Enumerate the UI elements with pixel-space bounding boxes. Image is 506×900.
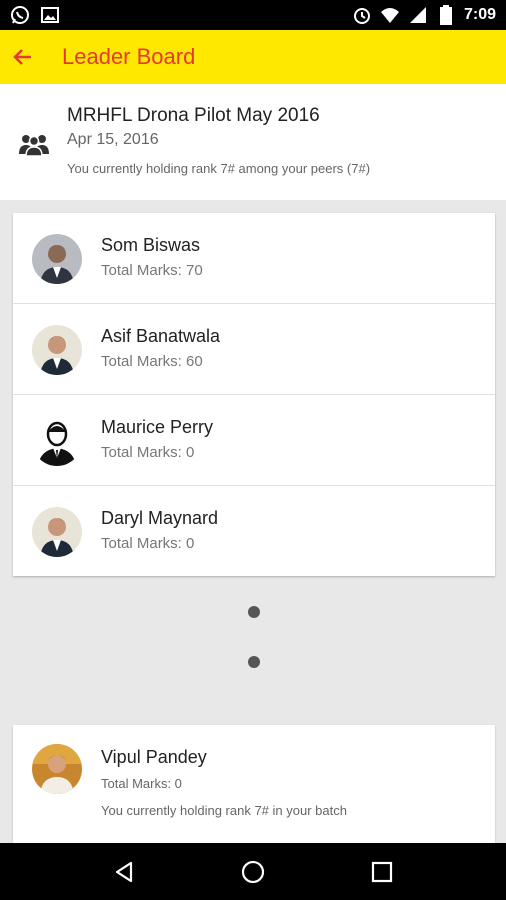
home-circle-icon bbox=[241, 860, 265, 883]
current-user-marks: Total Marks: 0 bbox=[101, 776, 182, 791]
arrow-left-icon bbox=[13, 49, 31, 65]
battery-icon bbox=[436, 5, 456, 25]
whatsapp-icon bbox=[10, 5, 30, 25]
current-user-card[interactable]: Vipul Pandey Total Marks: 0 You currentl… bbox=[13, 725, 495, 843]
leader-marks: Total Marks: 60 bbox=[101, 353, 203, 370]
avatar bbox=[32, 744, 82, 794]
nav-bar bbox=[0, 843, 506, 900]
list-item[interactable]: Asif Banatwala Total Marks: 60 bbox=[13, 304, 495, 395]
signal-icon bbox=[408, 5, 428, 25]
avatar bbox=[32, 234, 82, 284]
nav-home-button[interactable] bbox=[233, 852, 273, 892]
current-user-name: Vipul Pandey bbox=[101, 747, 207, 767]
group-icon bbox=[17, 132, 51, 161]
recents-square-icon bbox=[371, 861, 392, 882]
page-title: Leader Board bbox=[62, 44, 196, 69]
list-item[interactable]: Daryl Maynard Total Marks: 0 bbox=[13, 486, 495, 577]
image-icon bbox=[40, 5, 60, 25]
placeholder-person-icon bbox=[32, 416, 82, 466]
leader-marks: Total Marks: 70 bbox=[101, 262, 203, 279]
nav-recents-button[interactable] bbox=[362, 852, 402, 892]
leaderboard-list: Som Biswas Total Marks: 70 Asif Banatwal… bbox=[13, 213, 495, 576]
leader-name: Asif Banatwala bbox=[101, 326, 221, 346]
quiz-title: MRHFL Drona Pilot May 2016 bbox=[67, 105, 320, 126]
avatar bbox=[32, 325, 82, 375]
nav-back-button[interactable] bbox=[104, 852, 144, 892]
list-item[interactable]: Som Biswas Total Marks: 70 bbox=[13, 213, 495, 304]
ellipsis-dot bbox=[248, 606, 260, 618]
back-triangle-icon bbox=[116, 861, 133, 882]
leader-marks: Total Marks: 0 bbox=[101, 535, 195, 552]
back-button[interactable] bbox=[8, 42, 38, 72]
status-time: 7:09 bbox=[463, 6, 496, 23]
leader-name: Maurice Perry bbox=[101, 417, 214, 437]
peer-rank-text: You currently holding rank 7# among your… bbox=[67, 161, 371, 176]
wifi-icon bbox=[380, 5, 400, 25]
leader-name: Daryl Maynard bbox=[101, 508, 219, 528]
alarm-icon bbox=[352, 5, 372, 25]
app-bar: Leader Board bbox=[0, 30, 506, 84]
leader-name: Som Biswas bbox=[101, 235, 201, 255]
avatar bbox=[32, 507, 82, 557]
quiz-header: MRHFL Drona Pilot May 2016 Apr 15, 2016 … bbox=[0, 84, 506, 200]
leader-marks: Total Marks: 0 bbox=[101, 444, 195, 461]
list-item[interactable]: Maurice Perry Total Marks: 0 bbox=[13, 395, 495, 486]
ellipsis-dot bbox=[248, 656, 260, 668]
batch-rank-text: You currently holding rank 7# in your ba… bbox=[101, 803, 347, 818]
status-bar: 7:09 bbox=[0, 0, 506, 30]
quiz-date: Apr 15, 2016 bbox=[67, 131, 159, 148]
